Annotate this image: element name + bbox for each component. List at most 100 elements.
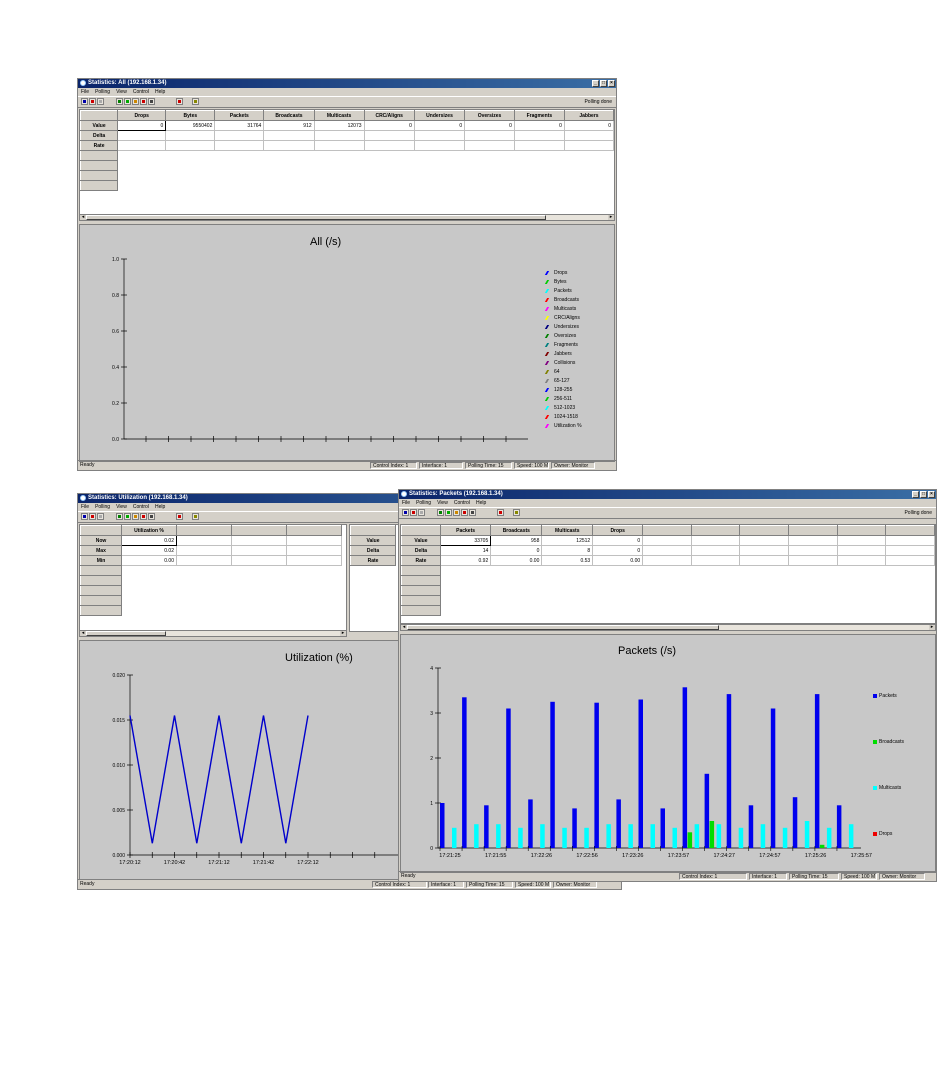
menu-item-help[interactable]: Help — [155, 88, 165, 96]
close-icon[interactable]: × — [608, 80, 615, 87]
utilization-horizontal-scrollbar[interactable]: ◂ ▸ — [79, 630, 347, 637]
column-header[interactable]: Utilization % — [121, 525, 177, 536]
print-icon[interactable] — [148, 98, 155, 105]
table-cell[interactable]: 0 — [490, 545, 543, 556]
table-cell[interactable] — [313, 140, 365, 151]
row-header[interactable]: Value — [401, 535, 441, 546]
column-header[interactable]: Broadcasts — [263, 110, 315, 121]
alarm-icon[interactable] — [140, 98, 147, 105]
table-cell[interactable] — [313, 130, 365, 141]
table-cell[interactable]: 0 — [363, 120, 415, 131]
close-icon[interactable]: × — [928, 491, 935, 498]
column-header[interactable]: Bytes — [165, 110, 216, 121]
menu-item-control[interactable]: Control — [454, 499, 470, 507]
menu-item-control[interactable]: Control — [133, 503, 149, 511]
options-icon[interactable] — [89, 513, 96, 520]
menu-item-control[interactable]: Control — [133, 88, 149, 96]
stop-icon[interactable] — [97, 98, 104, 105]
bar-chart-icon[interactable] — [497, 509, 504, 516]
table-cell[interactable]: 0 — [592, 545, 644, 556]
table-cell[interactable] — [117, 140, 167, 151]
row-header[interactable]: Rate — [401, 555, 441, 566]
table-cell[interactable]: 0.53 — [541, 555, 594, 566]
scroll-thumb[interactable] — [86, 631, 166, 636]
table-cell[interactable]: 9550402 — [165, 120, 216, 131]
column-header[interactable]: Packets — [214, 110, 265, 121]
table-cell[interactable]: 12512 — [541, 535, 594, 546]
refresh-icon[interactable] — [132, 98, 139, 105]
all-window-titlebar[interactable]: Statistics: All (192.168.1.34) _ □ × — [78, 79, 616, 88]
menu-item-help[interactable]: Help — [155, 503, 165, 511]
table-cell[interactable]: 0.02 — [121, 535, 177, 546]
row-header[interactable]: Min — [80, 555, 122, 566]
minimize-icon[interactable]: _ — [912, 491, 919, 498]
info-icon[interactable] — [192, 513, 199, 520]
maximize-icon[interactable]: □ — [920, 491, 927, 498]
all-horizontal-scrollbar[interactable]: ◂ ▸ — [79, 214, 615, 221]
column-header[interactable]: Jabbers — [563, 110, 614, 121]
table-cell[interactable] — [413, 130, 466, 141]
row-header[interactable]: Value — [80, 120, 119, 131]
table-cell[interactable] — [363, 140, 415, 151]
menu-item-polling[interactable]: Polling — [95, 503, 110, 511]
table-cell[interactable] — [563, 140, 614, 151]
table-cell[interactable] — [117, 130, 167, 141]
table-cell[interactable] — [363, 130, 415, 141]
menu-item-help[interactable]: Help — [476, 499, 486, 507]
info-icon[interactable] — [513, 509, 520, 516]
maximize-icon[interactable]: □ — [600, 80, 607, 87]
column-header[interactable]: Fragments — [513, 110, 565, 121]
table-cell[interactable] — [413, 140, 466, 151]
menu-item-view[interactable]: View — [437, 499, 448, 507]
row-header[interactable]: Delta — [80, 130, 119, 141]
print-icon[interactable] — [148, 513, 155, 520]
table-cell[interactable]: 0 — [563, 120, 614, 131]
bar-chart-icon[interactable] — [176, 513, 183, 520]
database-icon[interactable] — [445, 509, 452, 516]
column-header[interactable]: Broadcasts — [490, 525, 543, 536]
options-icon[interactable] — [89, 98, 96, 105]
column-header[interactable]: Packets — [439, 525, 492, 536]
table-cell[interactable] — [263, 130, 315, 141]
table-cell[interactable]: 8 — [541, 545, 594, 556]
column-header[interactable]: Undersizes — [413, 110, 466, 121]
packets-window-titlebar[interactable]: Statistics: Packets (192.168.1.34) _ □ × — [399, 490, 936, 499]
table-cell[interactable] — [563, 130, 614, 141]
row-header[interactable]: Rate — [350, 555, 396, 566]
row-header[interactable]: Delta — [401, 545, 441, 556]
stop-icon[interactable] — [418, 509, 425, 516]
column-header[interactable]: Drops — [117, 110, 167, 121]
column-header[interactable]: Drops — [592, 525, 644, 536]
table-cell[interactable] — [263, 140, 315, 151]
scroll-thumb[interactable] — [86, 215, 546, 220]
table-cell[interactable]: 33705 — [439, 535, 492, 546]
database-icon[interactable] — [124, 513, 131, 520]
chart-icon[interactable] — [437, 509, 444, 516]
stop-icon[interactable] — [97, 513, 104, 520]
options-icon[interactable] — [410, 509, 417, 516]
help-icon[interactable] — [402, 509, 409, 516]
table-cell[interactable]: 958 — [490, 535, 543, 546]
table-cell[interactable]: 0 — [513, 120, 565, 131]
table-cell[interactable]: 12073 — [313, 120, 365, 131]
table-cell[interactable]: 0 — [117, 120, 167, 131]
table-cell[interactable] — [513, 130, 565, 141]
row-header[interactable]: Rate — [80, 140, 119, 151]
menu-item-view[interactable]: View — [116, 88, 127, 96]
table-cell[interactable] — [165, 130, 216, 141]
bar-chart-icon[interactable] — [176, 98, 183, 105]
table-cell[interactable]: 0 — [592, 535, 644, 546]
scroll-thumb[interactable] — [407, 625, 719, 630]
menu-item-polling[interactable]: Polling — [95, 88, 110, 96]
table-cell[interactable] — [214, 140, 265, 151]
scroll-right-icon[interactable]: ▸ — [608, 215, 614, 220]
menu-item-file[interactable]: File — [81, 503, 89, 511]
menu-item-view[interactable]: View — [116, 503, 127, 511]
table-cell[interactable]: 14 — [439, 545, 492, 556]
info-icon[interactable] — [192, 98, 199, 105]
menu-item-polling[interactable]: Polling — [416, 499, 431, 507]
row-header[interactable]: Max — [80, 545, 122, 556]
column-header[interactable]: Oversizes — [464, 110, 515, 121]
menu-item-file[interactable]: File — [402, 499, 410, 507]
print-icon[interactable] — [469, 509, 476, 516]
